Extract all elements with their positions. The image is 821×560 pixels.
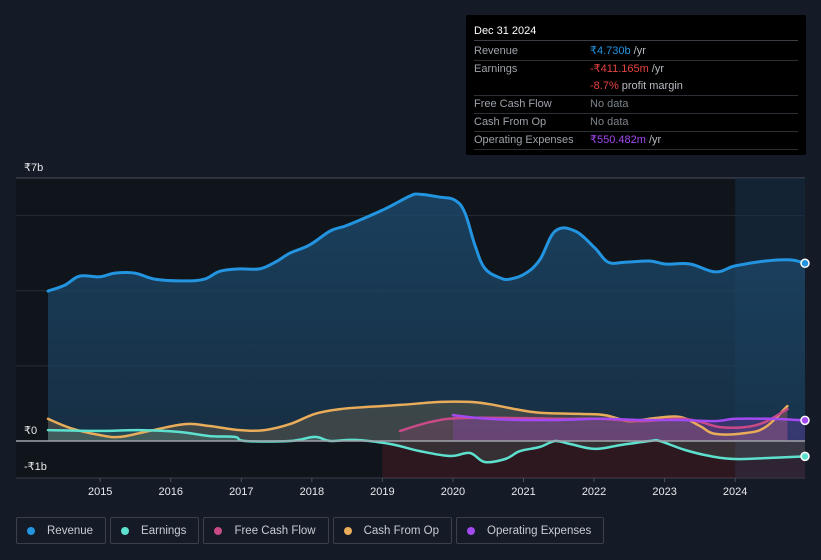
tooltip-row: Operating Expenses ₹550.482m/yr	[474, 132, 798, 150]
legend-dot-icon	[467, 526, 476, 535]
legend-dot-icon	[121, 526, 130, 535]
legend-item-revenue[interactable]: Revenue	[16, 517, 107, 544]
x-tick-label: 2021	[511, 486, 535, 498]
legend-label: Earnings	[141, 524, 187, 537]
tooltip-row: Earnings -₹411.165m/yr	[474, 61, 798, 78]
tooltip-label: Operating Expenses	[474, 134, 574, 146]
legend-label: Revenue	[47, 524, 94, 537]
operating-expenses-endpoint	[800, 415, 810, 426]
tooltip-value: ₹550.482m	[590, 134, 646, 146]
x-tick-label: 2016	[159, 486, 183, 498]
tooltip-suffix: /yr	[648, 134, 662, 146]
legend-item-earnings[interactable]: Earnings	[110, 517, 200, 544]
tooltip-value: -8.7%	[590, 80, 619, 92]
tooltip-date: Dec 31 2024	[474, 23, 798, 41]
tooltip-suffix: /yr	[633, 45, 646, 57]
y-tick-label: ₹7b	[24, 162, 43, 174]
tooltip-value: ₹4.730b	[590, 45, 631, 57]
legend-item-cash-from-op[interactable]: Cash From Op	[332, 517, 453, 544]
tooltip-label: Cash From Op	[474, 116, 547, 128]
x-tick-label: 2020	[441, 486, 465, 498]
tooltip-label: Revenue	[474, 45, 519, 57]
tooltip-label: Earnings	[474, 63, 518, 75]
legend-label: Cash From Op	[363, 524, 440, 537]
tooltip-value: No data	[590, 116, 629, 128]
legend-label: Operating Expenses	[487, 524, 592, 537]
tooltip-suffix: profit margin	[621, 80, 683, 92]
legend-dot-icon	[214, 526, 223, 535]
tooltip-rows: Revenue ₹4.730b/yr Earnings -₹411.165m/yr -8…	[474, 43, 798, 150]
revenue-endpoint	[800, 258, 810, 269]
legend-dot-icon	[27, 526, 35, 535]
x-tick-label: 2019	[370, 486, 394, 498]
tooltip-suffix: /yr	[651, 63, 665, 75]
x-tick-label: 2024	[723, 486, 747, 498]
legend-item-operating-expenses[interactable]: Operating Expenses	[456, 517, 605, 544]
tooltip-value: No data	[590, 98, 629, 110]
tooltip-label	[474, 78, 590, 95]
legend: Revenue Earnings Free Cash Flow Cash From O…	[16, 517, 605, 544]
earnings-endpoint	[800, 451, 810, 462]
legend-item-free-cash-flow[interactable]: Free Cash Flow	[203, 517, 329, 544]
tooltip-row: Revenue ₹4.730b/yr	[474, 43, 798, 61]
x-tick-label: 2023	[652, 486, 676, 498]
y-tick-label: ₹0	[24, 425, 37, 437]
x-tick-label: 2017	[229, 486, 253, 498]
tooltip-row: Free Cash Flow No data	[474, 96, 798, 114]
x-tick-label: 2015	[88, 486, 112, 498]
tooltip-label: Free Cash Flow	[474, 98, 552, 110]
tooltip-row: Cash From Op No data	[474, 114, 798, 132]
legend-dot-icon	[343, 526, 352, 535]
x-tick-label: 2022	[582, 486, 606, 498]
tooltip-row: -8.7% profit margin	[474, 78, 798, 96]
tooltip-value: -₹411.165m	[590, 63, 649, 75]
tooltip: Dec 31 2024 Revenue ₹4.730b/yr Earnings -₹4…	[466, 15, 806, 155]
x-axis: 2015 2016 2017 2018 2019 2020 2021 2022 2023 2024	[88, 478, 747, 498]
legend-label: Free Cash Flow	[234, 524, 316, 537]
y-tick-label: -₹1b	[24, 461, 47, 473]
x-tick-label: 2018	[300, 486, 324, 498]
